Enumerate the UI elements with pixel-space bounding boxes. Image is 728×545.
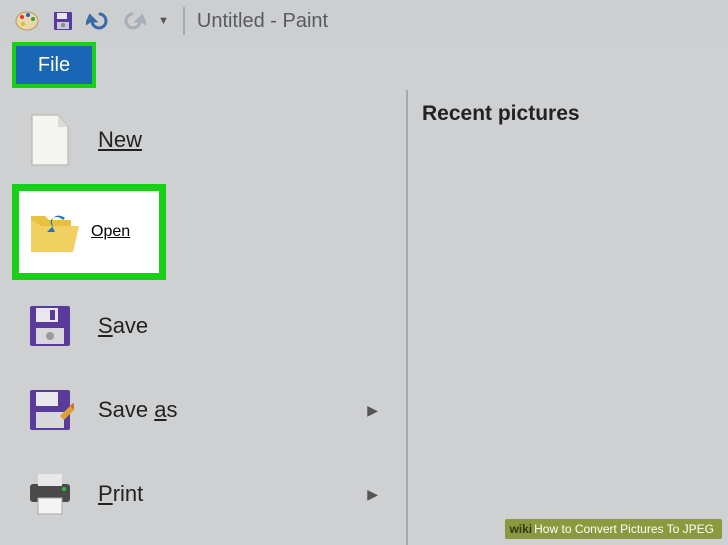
highlight-open-item: Open bbox=[12, 184, 166, 280]
ribbon-tab-row: File bbox=[0, 42, 728, 90]
file-menu: New Open bbox=[0, 90, 728, 545]
wikihow-watermark: wiki How to Convert Pictures To JPEG bbox=[505, 519, 722, 539]
quick-access-toolbar: ▼ Untitled - Paint bbox=[0, 0, 728, 42]
toolbar-separator bbox=[183, 7, 185, 35]
menu-item-new[interactable]: New bbox=[0, 98, 406, 182]
open-folder-icon bbox=[27, 208, 81, 256]
watermark-brand: wiki bbox=[509, 522, 532, 536]
save-as-icon bbox=[20, 380, 80, 440]
paint-app-icon[interactable] bbox=[14, 8, 40, 34]
menu-label-new: New bbox=[98, 127, 142, 153]
highlight-file-tab: File bbox=[12, 42, 96, 88]
chevron-right-icon: ▶ bbox=[367, 486, 378, 503]
file-menu-items: New Open bbox=[0, 90, 408, 545]
menu-label-print: Print bbox=[98, 481, 143, 507]
file-tab[interactable]: File bbox=[16, 46, 92, 84]
recent-pictures-header: Recent pictures bbox=[422, 102, 728, 126]
customize-qat-dropdown[interactable]: ▼ bbox=[158, 15, 169, 27]
recent-panel: Recent pictures bbox=[408, 90, 728, 545]
undo-icon[interactable] bbox=[86, 10, 110, 32]
new-file-icon bbox=[20, 110, 80, 170]
menu-item-save[interactable]: Save bbox=[0, 284, 406, 368]
watermark-text: How to Convert Pictures To JPEG bbox=[534, 522, 714, 536]
print-icon bbox=[20, 464, 80, 524]
chevron-right-icon: ▶ bbox=[367, 402, 378, 419]
menu-item-open[interactable]: Open bbox=[19, 191, 159, 273]
redo-icon bbox=[122, 10, 146, 32]
menu-label-open: Open bbox=[91, 223, 130, 241]
save-icon[interactable] bbox=[52, 10, 74, 32]
save-file-icon bbox=[20, 296, 80, 356]
menu-item-print[interactable]: Print ▶ bbox=[0, 452, 406, 536]
menu-item-save-as[interactable]: Save as ▶ bbox=[0, 368, 406, 452]
window-title: Untitled - Paint bbox=[197, 10, 328, 33]
menu-label-save-as: Save as bbox=[98, 397, 178, 423]
menu-label-save: Save bbox=[98, 313, 148, 339]
